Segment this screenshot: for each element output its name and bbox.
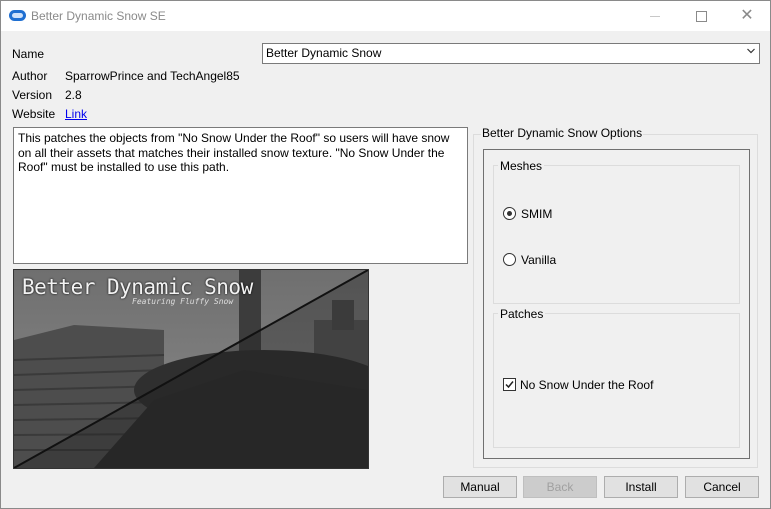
preview-subtitle: Featuring Fluffy Snow (132, 297, 234, 306)
vanilla-radio[interactable] (503, 253, 516, 266)
smim-label[interactable]: SMIM (521, 207, 552, 221)
manual-button[interactable]: Manual (443, 476, 517, 498)
maximize-icon (695, 10, 707, 22)
author-value: SparrowPrince and TechAngel85 (65, 69, 240, 83)
website-label: Website (12, 107, 56, 121)
meshes-group (493, 165, 740, 304)
website-link[interactable]: Link (65, 107, 87, 121)
close-button[interactable]: ✕ (724, 1, 770, 31)
meshes-title: Meshes (498, 159, 545, 173)
title-bar: Better Dynamic Snow SE ✕ (1, 1, 770, 31)
window-title: Better Dynamic Snow SE (31, 9, 166, 23)
vanilla-label[interactable]: Vanilla (521, 253, 556, 267)
close-icon: ✕ (740, 7, 754, 24)
patches-title: Patches (498, 307, 546, 321)
chevron-down-icon (747, 48, 755, 54)
author-label: Author (12, 69, 48, 83)
back-button[interactable]: Back (523, 476, 597, 498)
app-icon (9, 10, 26, 21)
cancel-button[interactable]: Cancel (685, 476, 759, 498)
version-label: Version (12, 88, 53, 102)
description-textbox[interactable]: This patches the objects from "No Snow U… (13, 127, 468, 264)
name-select[interactable]: Better Dynamic Snow (262, 43, 760, 64)
maximize-button[interactable] (678, 1, 724, 31)
no-snow-roof-checkbox[interactable] (503, 378, 516, 391)
version-value: 2.8 (65, 88, 82, 102)
smim-radio[interactable] (503, 207, 516, 220)
options-title: Better Dynamic Snow Options (481, 126, 644, 140)
checkmark-icon (505, 381, 514, 389)
name-label: Name (12, 47, 45, 61)
description-text: This patches the objects from "No Snow U… (18, 131, 450, 174)
name-select-value: Better Dynamic Snow (266, 46, 382, 60)
preview-image: Better Dynamic Snow Featuring Fluffy Sno… (13, 269, 369, 469)
installer-window: Better Dynamic Snow SE ✕ Name Better Dyn… (0, 0, 771, 509)
preview-title: Better Dynamic Snow (22, 275, 253, 299)
minimize-button[interactable] (632, 1, 678, 31)
minimize-icon (650, 15, 660, 17)
no-snow-roof-label[interactable]: No Snow Under the Roof (520, 378, 653, 392)
install-button[interactable]: Install (604, 476, 678, 498)
